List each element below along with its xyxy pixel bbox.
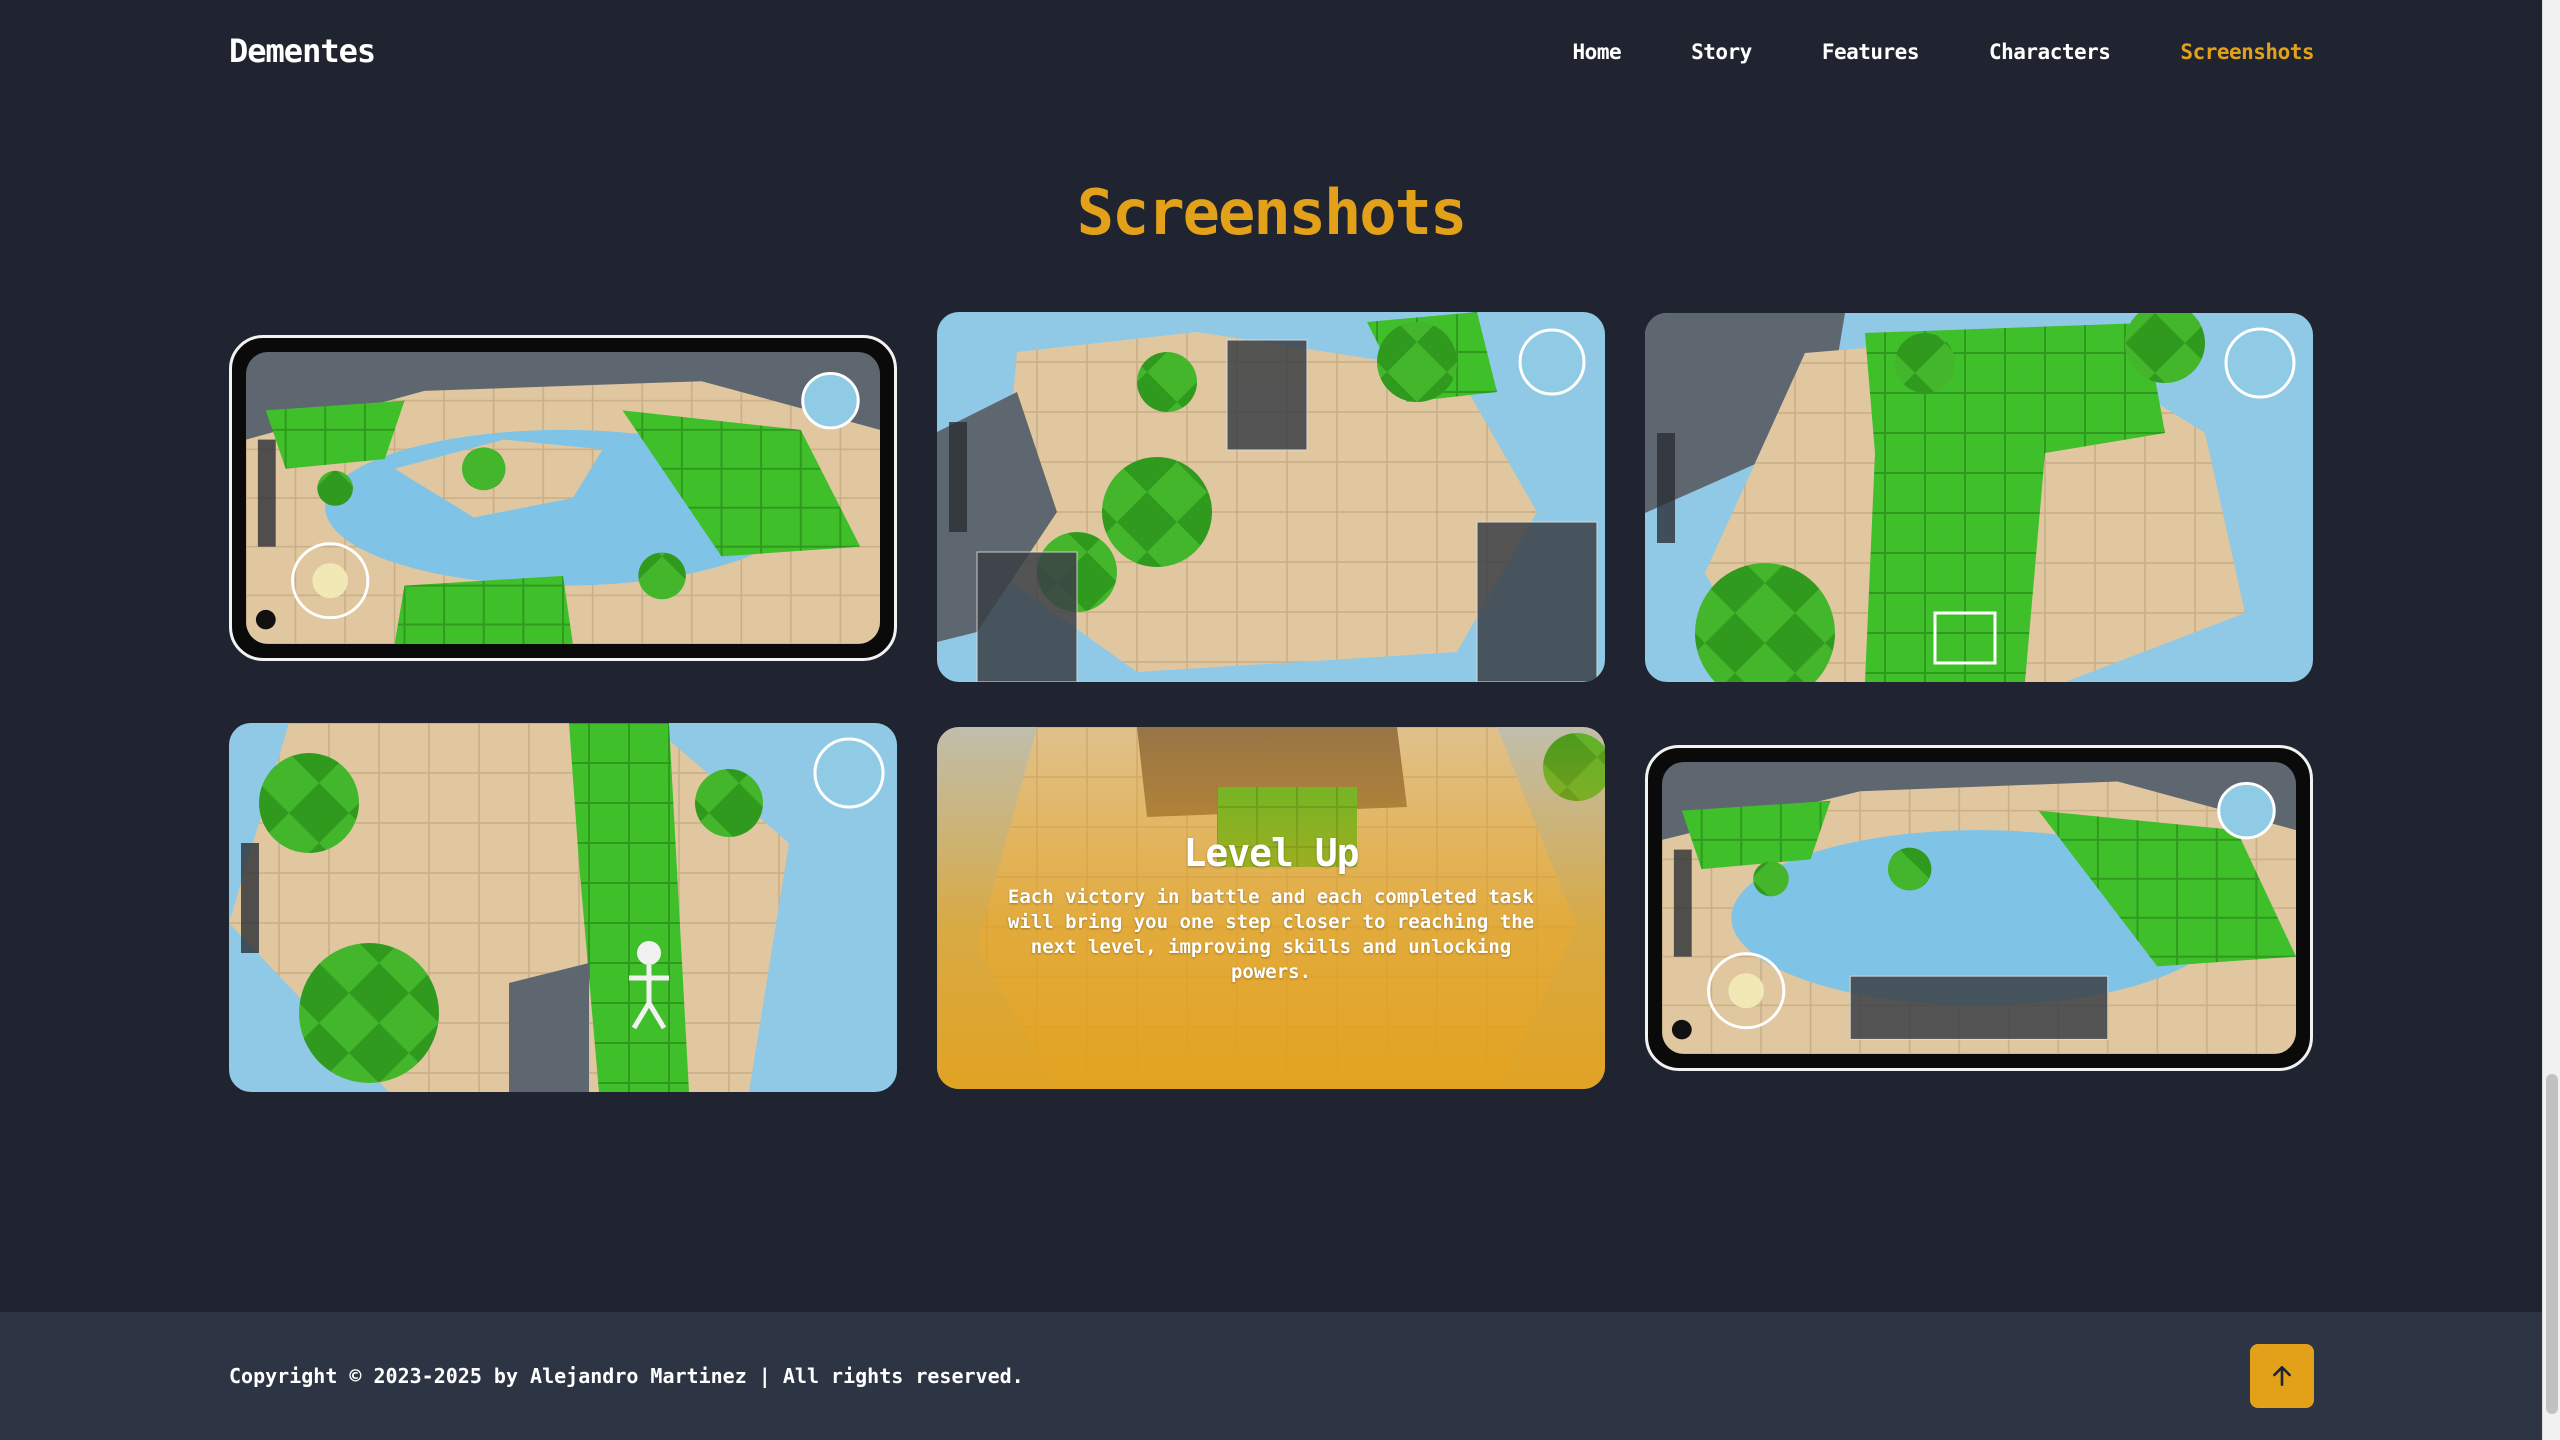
copyright-text: Copyright © 2023-2025 by Alejandro Marti… xyxy=(229,1364,1024,1388)
page-scrollbar[interactable] xyxy=(2542,0,2560,1440)
back-to-top-button[interactable] xyxy=(2250,1344,2314,1408)
nav-links: Home Story Features Characters Screensho… xyxy=(1503,40,2315,64)
screenshot-card-4[interactable] xyxy=(229,723,897,1092)
overlay-title: Level Up xyxy=(1183,831,1359,875)
nav-characters-link[interactable]: Characters xyxy=(1989,40,2111,64)
screenshot-image xyxy=(1645,313,2313,682)
screenshot-image xyxy=(246,352,880,644)
screenshot-image xyxy=(937,312,1605,682)
scrollbar-thumb[interactable] xyxy=(2546,1074,2558,1414)
brand-logo[interactable]: Dementes xyxy=(229,32,376,70)
screenshot-card-2[interactable] xyxy=(937,312,1605,682)
screenshot-card-5[interactable]: Level Up Each victory in battle and each… xyxy=(937,727,1605,1089)
screenshot-card-1[interactable] xyxy=(229,335,897,661)
nav-screenshots-link[interactable]: Screenshots xyxy=(2180,40,2314,64)
section-title: Screenshots xyxy=(1076,176,1468,249)
screenshot-image: Level Up Each victory in battle and each… xyxy=(937,727,1605,1089)
nav-features-link[interactable]: Features xyxy=(1822,40,1920,64)
top-navbar: Dementes Home Story Features Characters … xyxy=(0,0,2542,108)
nav-story-link[interactable]: Story xyxy=(1691,40,1752,64)
footer: Copyright © 2023-2025 by Alejandro Marti… xyxy=(0,1312,2542,1440)
overlay-description: Each victory in battle and each complete… xyxy=(1007,886,1535,983)
screenshot-card-6[interactable] xyxy=(1645,745,2313,1071)
screenshot-image xyxy=(229,723,897,1092)
arrow-up-icon xyxy=(2273,1366,2291,1386)
nav-home-link[interactable]: Home xyxy=(1573,40,1622,64)
level-up-overlay: Level Up Each victory in battle and each… xyxy=(937,727,1605,1089)
screenshot-image xyxy=(1662,762,2296,1054)
screenshot-card-3[interactable] xyxy=(1645,313,2313,682)
